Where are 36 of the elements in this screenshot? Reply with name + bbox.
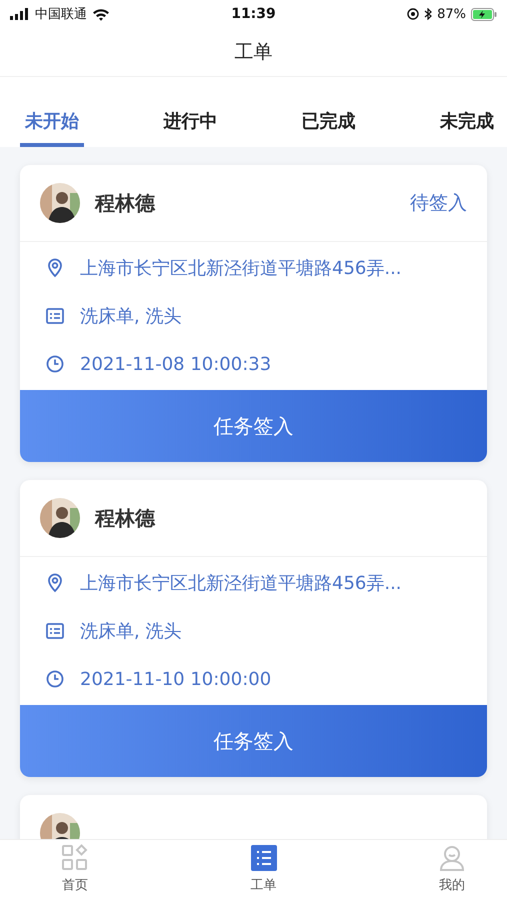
bluetooth-icon <box>424 8 432 20</box>
clock-icon <box>45 669 65 689</box>
location-pin-icon <box>45 258 65 278</box>
nav-item[interactable]: 工单 <box>244 840 284 900</box>
service-items: 洗床单, 洗头 <box>80 620 182 643</box>
carrier-name: 中国联通 <box>35 6 87 23</box>
appointment-time: 2021-11-08 10:00:33 <box>80 354 272 374</box>
service-items: 洗床单, 洗头 <box>80 305 182 328</box>
page-title: 工单 <box>234 40 272 65</box>
appointment-time: 2021-11-10 10:00:00 <box>80 668 272 690</box>
list-icon <box>45 621 65 641</box>
battery-percent: 87% <box>437 6 466 22</box>
customer-name: 程林德 <box>95 190 156 216</box>
wifi-icon <box>92 8 110 20</box>
location-pin-icon <box>45 573 65 593</box>
clock-time: 11:39 <box>231 6 276 22</box>
nav-item[interactable]: 首页 <box>55 840 95 900</box>
tab[interactable]: 未开始 <box>20 77 84 147</box>
address-text: 上海市长宁区北新泾街道平塘路456弄... <box>80 257 402 280</box>
customer-name: 程林德 <box>95 504 156 532</box>
check-in-button[interactable]: 任务签入 <box>20 390 487 462</box>
grid-icon <box>61 844 89 872</box>
order-status: 待签入 <box>410 191 467 216</box>
tab[interactable]: 未完成 <box>434 77 499 147</box>
list-icon <box>250 844 278 872</box>
signal-icon <box>10 8 30 20</box>
nav-item[interactable]: 我的 <box>432 840 472 900</box>
battery-charging-icon <box>470 8 497 20</box>
tab[interactable]: 进行中 <box>158 77 222 147</box>
person-icon <box>438 844 466 872</box>
check-in-button[interactable]: 任务签入 <box>20 705 487 777</box>
address-text: 上海市长宁区北新泾街道平塘路456弄... <box>80 572 402 595</box>
lock-rotation-icon <box>407 8 420 20</box>
tab[interactable]: 已完成 <box>296 77 361 147</box>
list-icon <box>45 306 65 326</box>
clock-icon <box>45 354 65 374</box>
